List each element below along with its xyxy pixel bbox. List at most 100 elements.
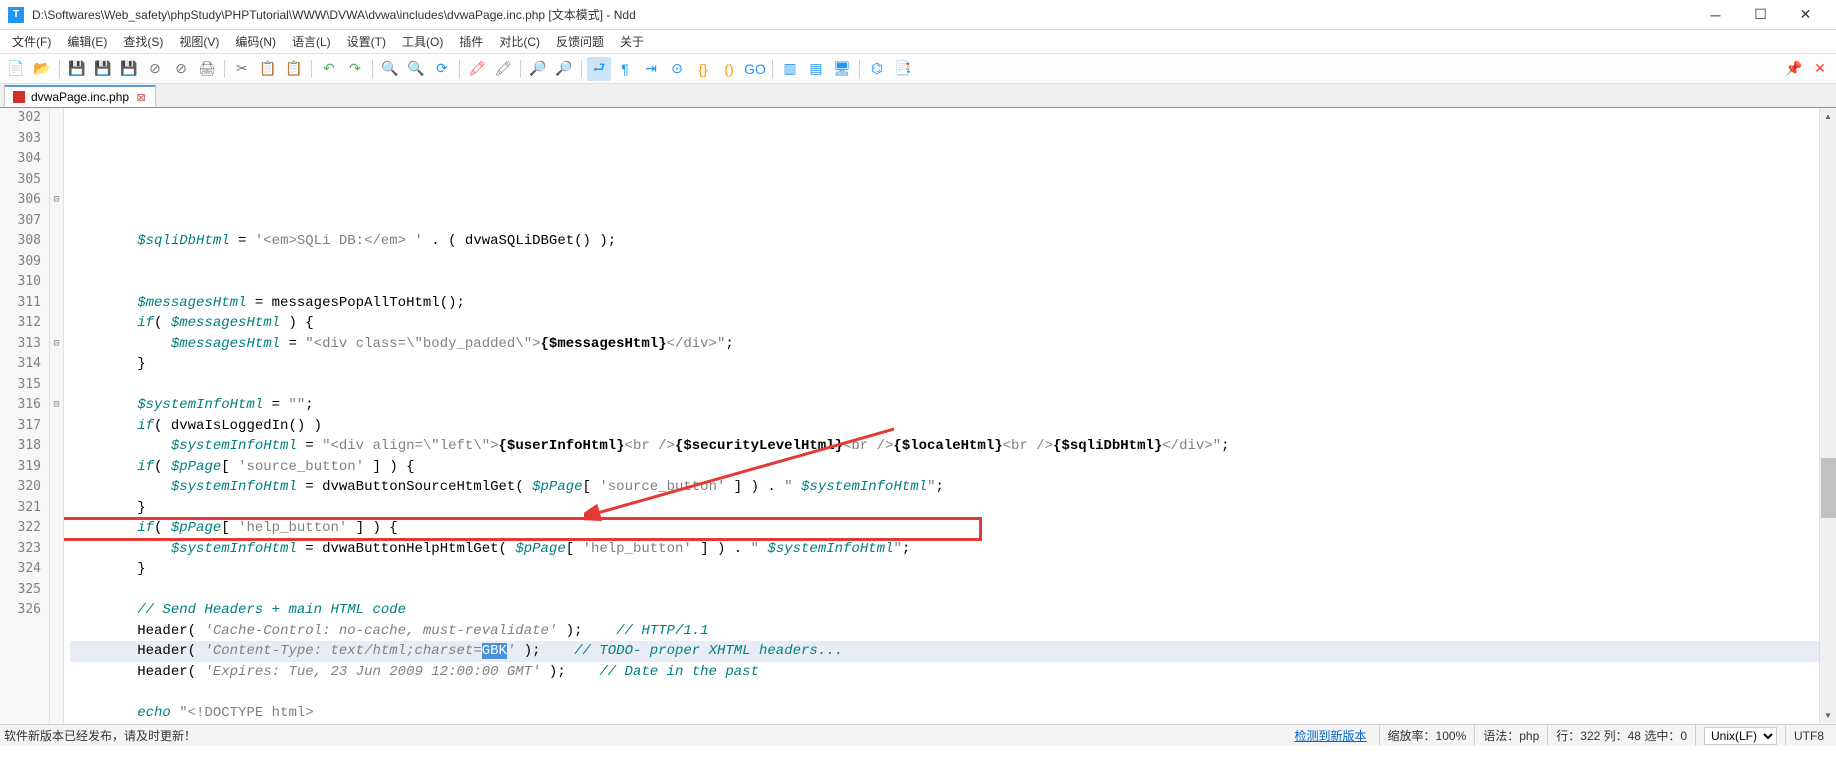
indent-icon[interactable]: ⇥	[639, 57, 663, 81]
code-line[interactable]: // Send Headers + main HTML code	[70, 600, 1819, 621]
menu-T[interactable]: 设置(T)	[339, 31, 394, 52]
menu-C[interactable]: 对比(C)	[491, 31, 548, 52]
code-line[interactable]: if( $pPage[ 'source_button' ] ) {	[70, 457, 1819, 478]
code-line[interactable]	[70, 252, 1819, 273]
code-line[interactable]: $systemInfoHtml = "<div align=\"left\">{…	[70, 436, 1819, 457]
code-line[interactable]: Header( 'Cache-Control: no-cache, must-r…	[70, 621, 1819, 642]
fold-marker[interactable]: ⊟	[50, 190, 63, 211]
tab-close-icon[interactable]: ⊠	[135, 91, 147, 103]
editor[interactable]: 3023033043053063073083093103113123133143…	[0, 108, 1836, 724]
close-all-icon[interactable]: ⊘	[169, 57, 193, 81]
code-line[interactable]: $systemInfoHtml = dvwaButtonSourceHtmlGe…	[70, 477, 1819, 498]
zoom-out-icon[interactable]: 🔍	[404, 57, 428, 81]
menu-S[interactable]: 查找(S)	[115, 31, 171, 52]
code-line[interactable]: }	[70, 559, 1819, 580]
copy-icon[interactable]: 📋	[256, 57, 280, 81]
split2-icon[interactable]: ▤	[804, 57, 828, 81]
line-number: 312	[0, 313, 41, 334]
code-area[interactable]: $sqliDbHtml = '<em>SQLi DB:</em> ' . ( d…	[64, 108, 1819, 724]
window-title: D:\Softwares\Web_safety\phpStudy\PHPTuto…	[32, 6, 1693, 23]
monitor-icon[interactable]: 🖥	[830, 57, 854, 81]
line-number: 323	[0, 539, 41, 560]
save-icon[interactable]: 💾	[65, 57, 89, 81]
fold-gutter[interactable]: ⊟ ⊟ ⊟	[50, 108, 64, 724]
lineending-select[interactable]: Unix(LF)	[1695, 725, 1785, 746]
fold-marker	[50, 539, 63, 560]
code-line[interactable]: if( $pPage[ 'help_button' ] ) {	[70, 518, 1819, 539]
zoom-in-icon[interactable]: 🔍	[378, 57, 402, 81]
menu-N[interactable]: 编码(N)	[227, 31, 284, 52]
redo-icon[interactable]: ↷	[343, 57, 367, 81]
fold-marker	[50, 457, 63, 478]
code-line[interactable]	[70, 723, 1819, 724]
check-update-link[interactable]: 检测到新版本	[1295, 727, 1367, 744]
print-icon[interactable]: 🖨	[195, 57, 219, 81]
minimize-button[interactable]: ─	[1693, 1, 1738, 29]
code-line[interactable]	[70, 272, 1819, 293]
fold-marker[interactable]: ⊟	[50, 395, 63, 416]
guide-icon[interactable]: ⊙	[665, 57, 689, 81]
file-tab[interactable]: dvwaPage.inc.php ⊠	[4, 85, 156, 107]
pin-icon[interactable]: 📌	[1782, 57, 1806, 81]
code-line[interactable]: if( dvwaIsLoggedIn() )	[70, 416, 1819, 437]
code-line[interactable]: if( $messagesHtml ) {	[70, 313, 1819, 334]
menu-E[interactable]: 编辑(E)	[59, 31, 115, 52]
paragraph-icon[interactable]: ¶	[613, 57, 637, 81]
code-line[interactable]: $sqliDbHtml = '<em>SQLi DB:</em> ' . ( d…	[70, 231, 1819, 252]
wrap-icon[interactable]: ⮐	[587, 57, 611, 81]
code-line[interactable]: $messagesHtml = "<div class=\"body_padde…	[70, 334, 1819, 355]
split-icon[interactable]: ▥	[778, 57, 802, 81]
sync-icon[interactable]: ⟳	[430, 57, 454, 81]
fold-marker[interactable]: ⊟	[50, 334, 63, 355]
scrollbar-thumb[interactable]	[1821, 458, 1836, 518]
line-number: 303	[0, 129, 41, 150]
undo-icon[interactable]: ↶	[317, 57, 341, 81]
menu-V[interactable]: 视图(V)	[171, 31, 227, 52]
scroll-up-icon[interactable]: ▲	[1820, 108, 1836, 125]
fold-marker	[50, 211, 63, 232]
close-tool-icon[interactable]: ✕	[1808, 57, 1832, 81]
menu-插件[interactable]: 插件	[451, 31, 491, 52]
tree-icon[interactable]: ⌬	[865, 57, 889, 81]
code-line[interactable]: Header( 'Content-Type: text/html;charset…	[70, 641, 1819, 662]
close-file-icon[interactable]: ⊘	[143, 57, 167, 81]
menu-O[interactable]: 工具(O)	[394, 31, 451, 52]
bracket2-icon[interactable]: ()	[717, 57, 741, 81]
doc-icon[interactable]: 📑	[891, 57, 915, 81]
code-line[interactable]: }	[70, 498, 1819, 519]
paste-icon[interactable]: 📋	[282, 57, 306, 81]
highlight-icon[interactable]: 🖍	[465, 57, 489, 81]
menu-F[interactable]: 文件(F)	[4, 31, 59, 52]
open-file-icon[interactable]: 📂	[30, 57, 54, 81]
vertical-scrollbar[interactable]: ▲ ▼	[1819, 108, 1836, 724]
tab-filename: dvwaPage.inc.php	[31, 90, 129, 104]
code-line[interactable]	[70, 580, 1819, 601]
fold-marker	[50, 518, 63, 539]
scroll-down-icon[interactable]: ▼	[1820, 707, 1836, 724]
menu-关于[interactable]: 关于	[612, 31, 652, 52]
menu-反馈问题[interactable]: 反馈问题	[548, 31, 612, 52]
cut-icon[interactable]: ✂	[230, 57, 254, 81]
code-line[interactable]: $systemInfoHtml = dvwaButtonHelpHtmlGet(…	[70, 539, 1819, 560]
code-line[interactable]: $systemInfoHtml = "";	[70, 395, 1819, 416]
fold-marker	[50, 149, 63, 170]
code-line[interactable]: echo "<!DOCTYPE html>	[70, 703, 1819, 724]
code-line[interactable]	[70, 682, 1819, 703]
go-icon[interactable]: GO	[743, 57, 767, 81]
menu-L[interactable]: 语言(L)	[284, 31, 339, 52]
close-button[interactable]: ✕	[1783, 1, 1828, 29]
maximize-button[interactable]: ☐	[1738, 1, 1783, 29]
bracket-icon[interactable]: {}	[691, 57, 715, 81]
find-icon[interactable]: 🔎	[526, 57, 550, 81]
replace-icon[interactable]: 🔎	[552, 57, 576, 81]
code-line[interactable]: $messagesHtml = messagesPopAllToHtml();	[70, 293, 1819, 314]
code-line[interactable]: }	[70, 354, 1819, 375]
save-as-icon[interactable]: 💾	[117, 57, 141, 81]
encoding-status: UTF8	[1785, 725, 1832, 746]
code-line[interactable]	[70, 375, 1819, 396]
fold-marker	[50, 498, 63, 519]
save-all-icon[interactable]: 💾	[91, 57, 115, 81]
code-line[interactable]: Header( 'Expires: Tue, 23 Jun 2009 12:00…	[70, 662, 1819, 683]
clear-highlight-icon[interactable]: 🖍	[491, 57, 515, 81]
new-file-icon[interactable]: 📄	[4, 57, 28, 81]
